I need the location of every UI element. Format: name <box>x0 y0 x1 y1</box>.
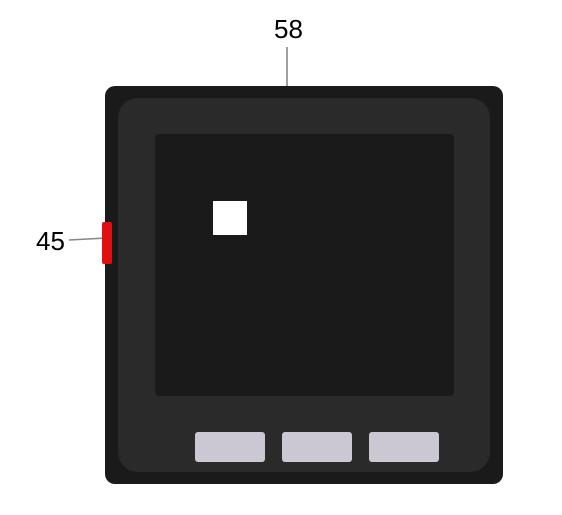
button-b[interactable] <box>282 432 352 462</box>
button-a[interactable] <box>195 432 265 462</box>
diagram-stage: 58 45 <box>0 0 562 515</box>
callout-y-value: 45 <box>36 228 65 254</box>
pixel-sprite <box>213 201 247 235</box>
callout-x-value: 58 <box>274 16 303 42</box>
button-c[interactable] <box>369 432 439 462</box>
side-led-icon <box>102 222 112 264</box>
device-screen[interactable] <box>155 134 454 396</box>
